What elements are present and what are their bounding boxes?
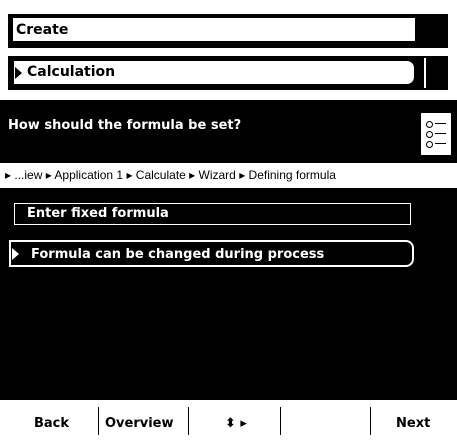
breadcrumb: ▸ ...iew ▸ Application 1 ▸ Calculate ▸ W… [0,163,457,188]
list-dot [426,141,433,148]
question-text: How should the formula be set? [8,118,242,133]
softkey-divider [98,407,99,435]
list-line [435,133,446,134]
selection-arrow-icon [12,248,19,260]
list-dot [426,131,433,138]
list-icon[interactable] [421,113,451,155]
softkey-divider [188,407,189,435]
softkey-bar: Back Overview ⬍ ▸ Next [0,400,457,441]
softkey-divider [370,407,371,435]
next-button[interactable]: Next [396,416,430,431]
divider [424,58,426,88]
back-button[interactable]: Back [34,416,69,431]
navigate-button[interactable]: ⬍ ▸ [225,416,247,431]
overview-button[interactable]: Overview [105,416,174,431]
option-enter-fixed-formula[interactable]: Enter fixed formula [14,203,411,225]
create-label: Create [16,22,69,38]
list-line [435,123,446,124]
option-formula-changeable[interactable]: Formula can be changed during process [9,240,414,267]
list-dot [426,121,433,128]
list-line [435,143,446,144]
selection-arrow-icon [15,67,22,79]
softkey-divider [280,407,281,435]
calculation-label: Calculation [27,64,116,80]
create-menu-item[interactable] [12,17,416,42]
